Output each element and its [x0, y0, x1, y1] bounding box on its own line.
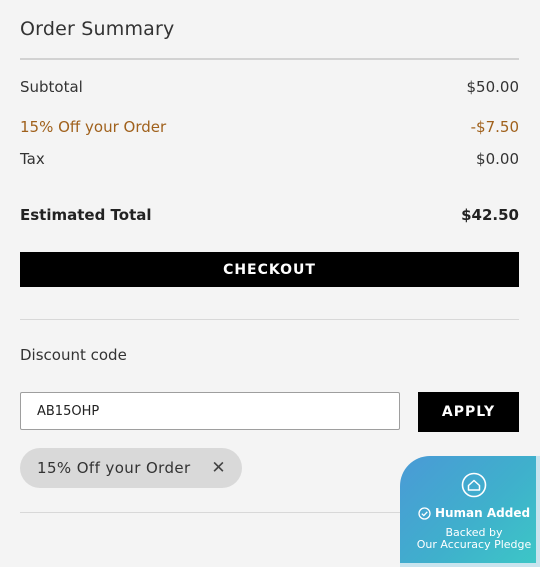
apply-button[interactable]: APPLY: [418, 392, 519, 432]
subtotal-label: Subtotal: [20, 78, 83, 96]
accuracy-pledge-text: Our Accuracy Pledge: [416, 538, 532, 551]
subtotal-row: Subtotal $50.00: [20, 78, 519, 98]
tax-value: $0.00: [476, 150, 519, 168]
title-divider: [20, 58, 519, 60]
estimated-total-label: Estimated Total: [20, 206, 152, 224]
house-icon: [461, 472, 487, 498]
discount-code-input[interactable]: [20, 392, 400, 430]
human-added-heading: Human Added: [400, 506, 540, 520]
discount-row: 15% Off your Order -$7.50: [20, 118, 519, 138]
applied-discount-label: 15% Off your Order: [37, 459, 191, 477]
check-circle-icon: [418, 506, 431, 520]
applied-discount-chip: 15% Off your Order ✕: [20, 448, 242, 488]
accuracy-pledge-badge[interactable]: Human Added Backed by Our Accuracy Pledg…: [400, 456, 540, 567]
section-divider: [20, 319, 519, 320]
discount-code-label: Discount code: [20, 346, 127, 364]
estimated-total-value: $42.50: [461, 206, 519, 224]
human-added-text: Human Added: [434, 506, 531, 520]
close-icon[interactable]: ✕: [211, 458, 226, 478]
discount-row-label: 15% Off your Order: [20, 118, 167, 136]
estimated-total-row: Estimated Total $42.50: [20, 206, 519, 226]
tax-row: Tax $0.00: [20, 150, 519, 170]
tax-label: Tax: [20, 150, 45, 168]
subtotal-value: $50.00: [466, 78, 520, 96]
order-summary-title: Order Summary: [20, 18, 175, 40]
discount-row-value: -$7.50: [470, 118, 519, 136]
checkout-button[interactable]: CHECKOUT: [20, 252, 519, 287]
